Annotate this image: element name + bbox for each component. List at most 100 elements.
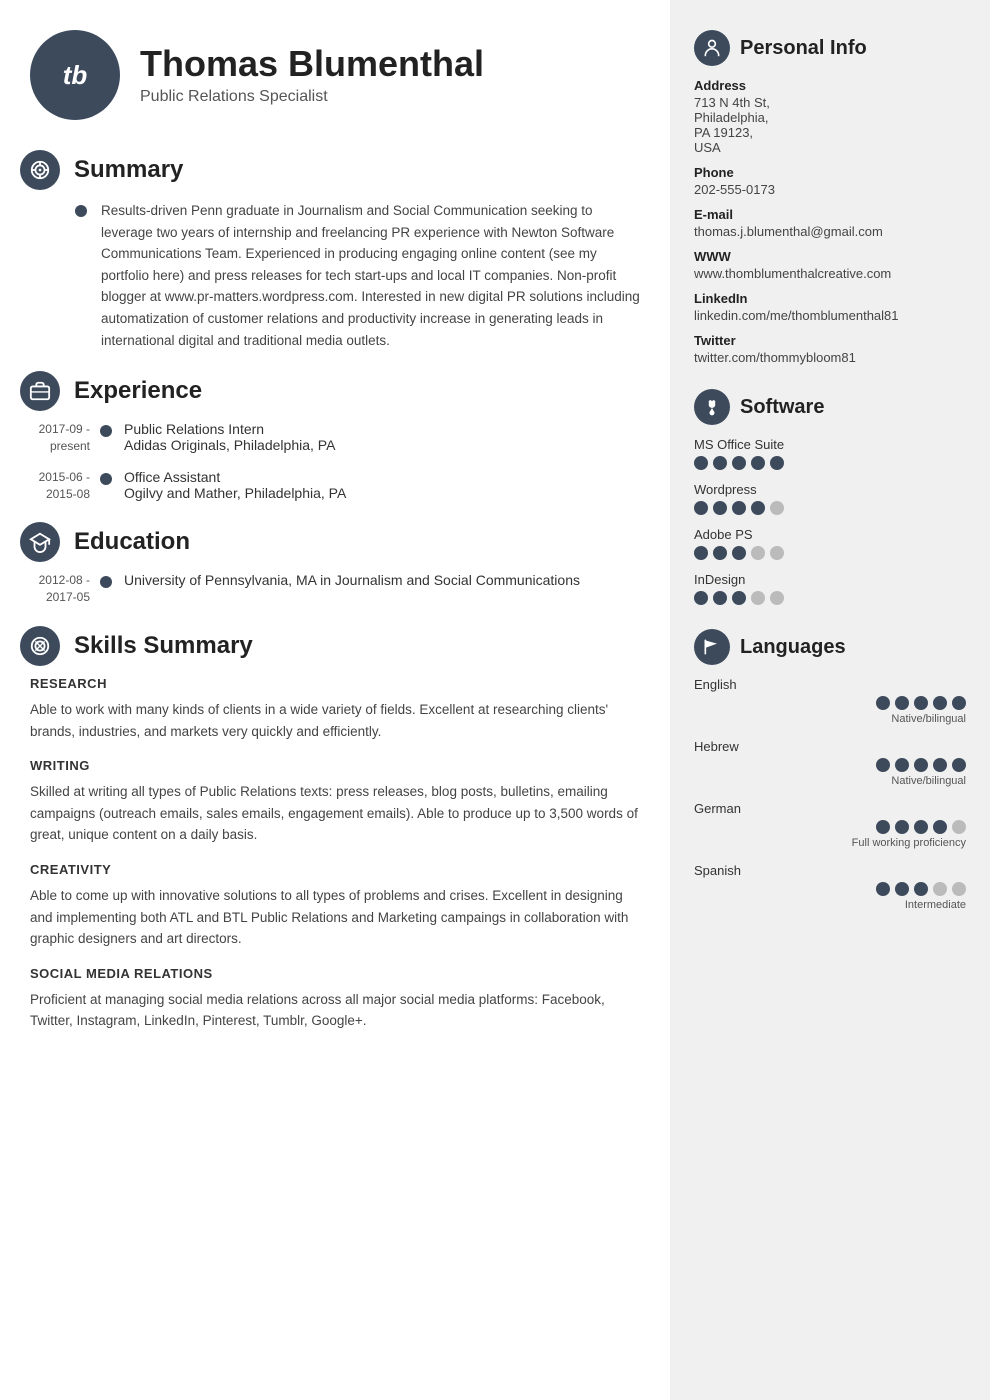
job-sub-1: Ogilvy and Mather, Philadelphia, PA xyxy=(124,485,346,501)
lang-dots-wrap-3: Intermediate xyxy=(694,882,966,911)
software-dot xyxy=(694,591,708,605)
lang-name-2: German xyxy=(694,801,966,816)
summary-body: Results-driven Penn graduate in Journali… xyxy=(75,200,640,351)
software-name-0: MS Office Suite xyxy=(694,437,966,452)
software-icon xyxy=(694,389,730,425)
software-item: Adobe PS xyxy=(694,527,966,560)
lang-dot xyxy=(933,758,947,772)
software-dots-0 xyxy=(694,456,966,470)
software-section: Software MS Office Suite Wordpress Adobe P… xyxy=(694,389,966,605)
exp-date-0: 2017-09 - present xyxy=(20,421,100,455)
experience-item: 2015-06 - 2015-08 Office Assistant Ogilv… xyxy=(20,469,640,503)
edu-date-0: 2012-08 - 2017-05 xyxy=(20,572,100,606)
exp-dot-1 xyxy=(100,473,112,485)
skill-cat-name-3: SOCIAL MEDIA RELATIONS xyxy=(30,966,640,981)
lang-dot xyxy=(952,758,966,772)
sidebar: Personal Info Address 713 N 4th St, Phil… xyxy=(670,0,990,1400)
education-title: Education xyxy=(74,528,190,556)
main-column: tb Thomas Blumenthal Public Relations Sp… xyxy=(0,0,670,1400)
exp-content-1: Office Assistant Ogilvy and Mather, Phil… xyxy=(124,469,346,501)
info-value-email: thomas.j.blumenthal@gmail.com xyxy=(694,224,966,239)
languages-icon xyxy=(694,629,730,665)
summary-icon xyxy=(20,150,60,190)
info-field-phone: Phone 202-555-0173 xyxy=(694,165,966,197)
lang-dots-0 xyxy=(876,696,966,710)
skill-cat-2: CREATIVITY Able to come up with innovati… xyxy=(30,862,640,950)
education-item: 2012-08 - 2017-05 University of Pennsylv… xyxy=(20,572,640,606)
lang-dot xyxy=(933,696,947,710)
languages-section: Languages EnglishNative/bilingualHebrewN… xyxy=(694,629,966,911)
lang-level-1: Native/bilingual xyxy=(891,775,966,787)
target-icon xyxy=(29,159,51,181)
skill-cat-0: RESEARCH Able to work with many kinds of… xyxy=(30,676,640,742)
personal-info-title: Personal Info xyxy=(740,37,867,60)
lang-name-1: Hebrew xyxy=(694,739,966,754)
lang-dots-3 xyxy=(876,882,966,896)
lang-dots-1 xyxy=(876,758,966,772)
languages-header: Languages xyxy=(694,629,966,665)
lang-dots-2 xyxy=(876,820,966,834)
info-field-email: E-mail thomas.j.blumenthal@gmail.com xyxy=(694,207,966,239)
skill-cat-3: SOCIAL MEDIA RELATIONS Proficient at man… xyxy=(30,966,640,1032)
lang-dot xyxy=(914,820,928,834)
info-value-address: 713 N 4th St, Philadelphia, PA 19123, US… xyxy=(694,95,966,155)
skill-cat-text-0: Able to work with many kinds of clients … xyxy=(30,699,640,742)
info-field-address: Address 713 N 4th St, Philadelphia, PA 1… xyxy=(694,78,966,155)
avatar: tb xyxy=(30,30,120,120)
info-label-phone: Phone xyxy=(694,165,966,180)
experience-header: Experience xyxy=(20,371,640,411)
language-item: Spanish Intermediate xyxy=(694,863,966,911)
graduation-icon xyxy=(29,531,51,553)
software-name-2: Adobe PS xyxy=(694,527,966,542)
lang-name-3: Spanish xyxy=(694,863,966,878)
lang-dot xyxy=(895,820,909,834)
summary-header: Summary xyxy=(20,150,640,190)
edu-content-0: University of Pennsylvania, MA in Journa… xyxy=(124,572,580,588)
info-label-address: Address xyxy=(694,78,966,93)
lang-dots-wrap-1: Native/bilingual xyxy=(694,758,966,787)
exp-dot-0 xyxy=(100,425,112,437)
education-section: Education 2012-08 - 2017-05 University o… xyxy=(20,522,640,606)
software-item: InDesign xyxy=(694,572,966,605)
education-header: Education xyxy=(20,522,640,562)
summary-text: Results-driven Penn graduate in Journali… xyxy=(101,200,640,351)
lang-dot xyxy=(895,696,909,710)
skills-circle-icon xyxy=(29,635,51,657)
job-sub-0: Adidas Originals, Philadelphia, PA xyxy=(124,437,335,453)
software-title: Software xyxy=(740,396,824,419)
software-item: Wordpress xyxy=(694,482,966,515)
info-value-www: www.thomblumenthalcreative.com xyxy=(694,266,966,281)
software-dot xyxy=(732,546,746,560)
job-title-1: Office Assistant xyxy=(124,469,346,485)
software-name-3: InDesign xyxy=(694,572,966,587)
lang-dots-wrap-2: Full working proficiency xyxy=(694,820,966,849)
info-label-www: WWW xyxy=(694,249,966,264)
software-dot xyxy=(694,501,708,515)
skills-body: RESEARCH Able to work with many kinds of… xyxy=(30,676,640,1032)
software-dot xyxy=(694,546,708,560)
software-dots-1 xyxy=(694,501,966,515)
software-item: MS Office Suite xyxy=(694,437,966,470)
language-item: German Full working proficiency xyxy=(694,801,966,849)
info-field-twitter: Twitter twitter.com/thommybloom81 xyxy=(694,333,966,365)
lang-dot xyxy=(933,820,947,834)
software-dot xyxy=(770,546,784,560)
software-dot xyxy=(694,456,708,470)
candidate-name: Thomas Blumenthal xyxy=(140,44,484,84)
experience-icon xyxy=(20,371,60,411)
candidate-subtitle: Public Relations Specialist xyxy=(140,88,484,106)
software-dot xyxy=(770,456,784,470)
briefcase-icon xyxy=(29,380,51,402)
info-value-twitter: twitter.com/thommybloom81 xyxy=(694,350,966,365)
software-dot xyxy=(751,546,765,560)
lang-dot xyxy=(952,882,966,896)
software-dot xyxy=(713,591,727,605)
info-field-www: WWW www.thomblumenthalcreative.com xyxy=(694,249,966,281)
lang-level-2: Full working proficiency xyxy=(852,837,966,849)
language-item: Hebrew Native/bilingual xyxy=(694,739,966,787)
edu-title-0: University of Pennsylvania, MA in Journa… xyxy=(124,572,580,588)
avatar-initials: tb xyxy=(63,60,88,91)
lang-dot xyxy=(876,758,890,772)
skill-cat-text-3: Proficient at managing social media rela… xyxy=(30,989,640,1032)
personal-info-icon xyxy=(694,30,730,66)
